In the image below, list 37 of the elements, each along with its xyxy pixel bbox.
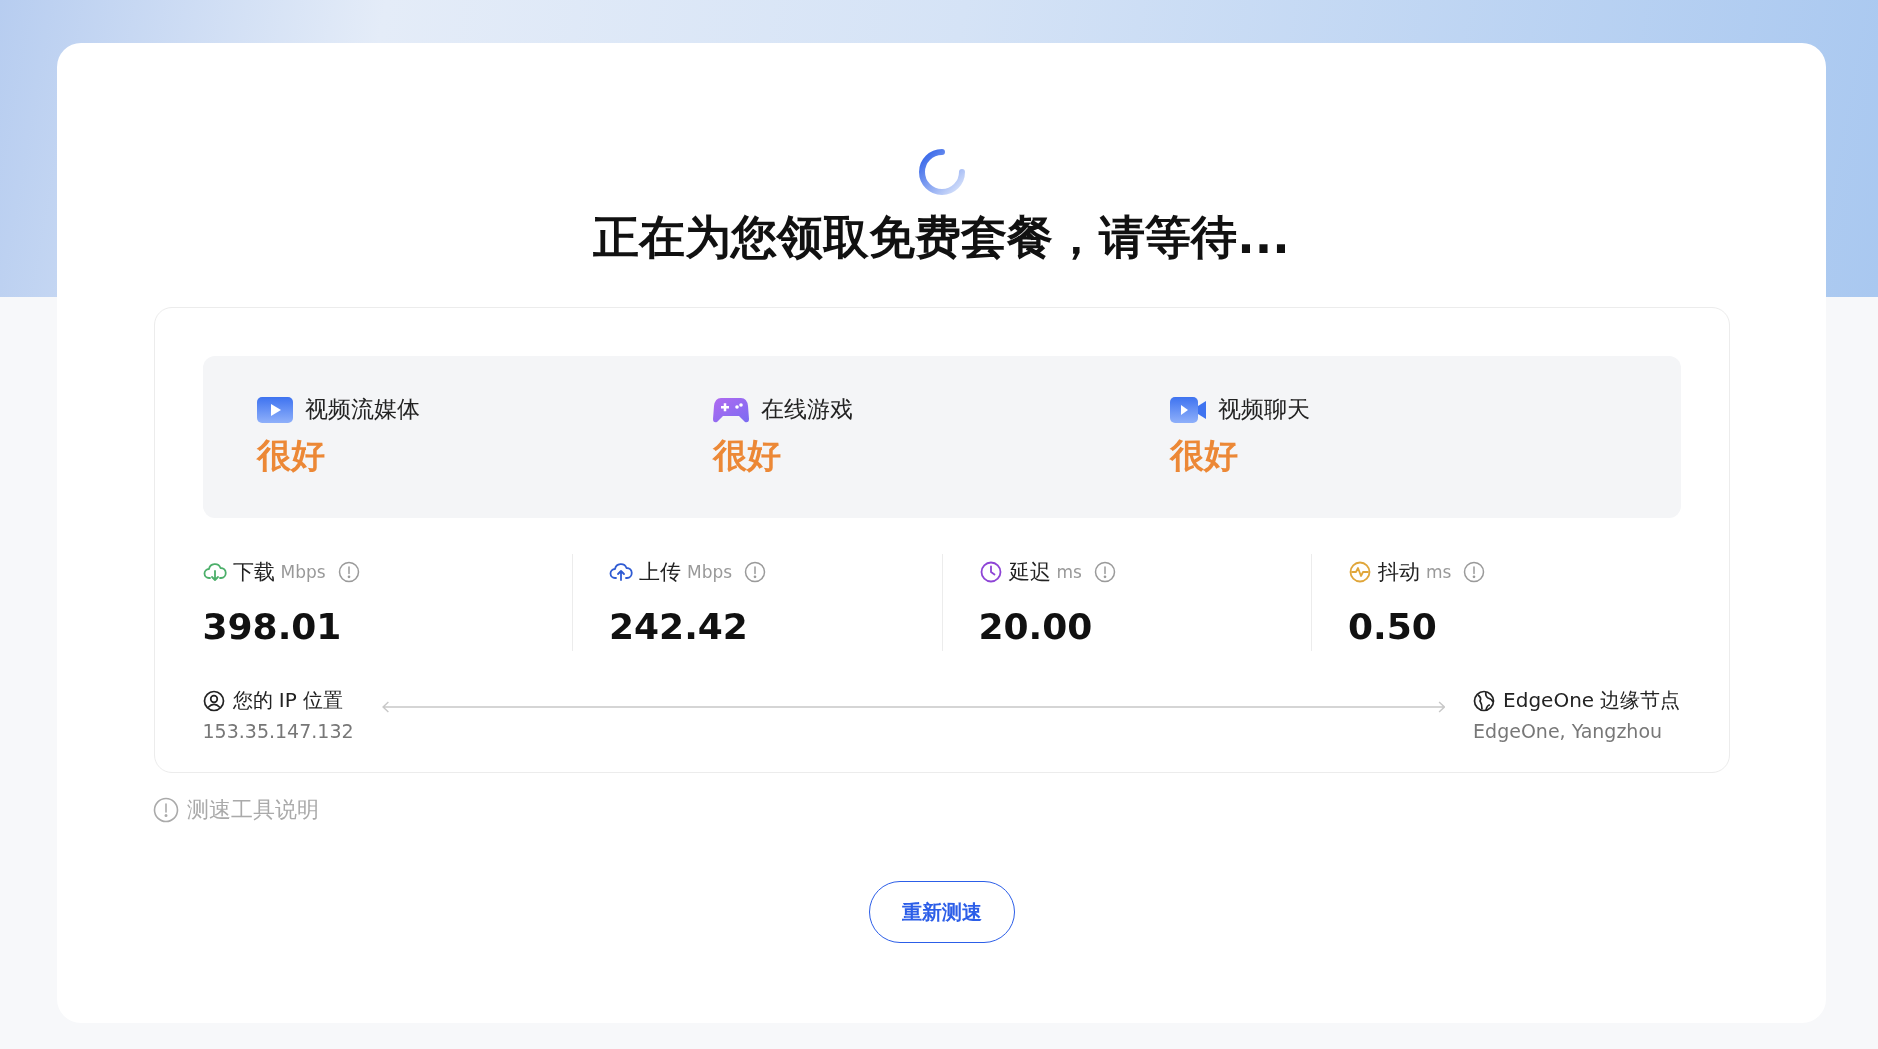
retest-button[interactable]: 重新测速 xyxy=(868,881,1015,944)
metric-unit: Mbps xyxy=(280,562,326,583)
metric-value: 20.00 xyxy=(978,606,1094,648)
metric-value: 0.50 xyxy=(1348,606,1438,648)
info-icon[interactable] xyxy=(744,561,767,584)
globe-icon xyxy=(1473,689,1496,712)
info-icon[interactable] xyxy=(1093,561,1116,584)
edge-node-label: EdgeOne 边缘节点 xyxy=(1503,687,1681,715)
edge-node-location: EdgeOne, Yangzhou xyxy=(1473,720,1664,743)
client-label: 您的 IP 位置 xyxy=(232,687,344,715)
info-icon[interactable] xyxy=(1463,561,1486,584)
category-label: 视频流媒体 xyxy=(304,395,420,425)
quality-rating: 很好 xyxy=(256,434,326,478)
metric-unit: Mbps xyxy=(687,562,733,583)
metric-label: 上传 xyxy=(639,559,681,587)
video-camera-icon xyxy=(1169,396,1206,423)
clock-icon xyxy=(978,560,1003,585)
loading-spinner-icon xyxy=(917,148,966,196)
category-label: 视频聊天 xyxy=(1217,395,1310,425)
metric-value: 242.42 xyxy=(609,606,749,648)
metric-unit: ms xyxy=(1426,562,1452,583)
quality-rating: 很好 xyxy=(713,434,783,478)
metric-value: 398.01 xyxy=(202,606,343,648)
info-icon xyxy=(153,797,179,824)
metric-label: 延迟 xyxy=(1008,559,1051,587)
category-label: 在线游戏 xyxy=(761,395,854,425)
page-title: 正在为您领取免费套餐，请等待... xyxy=(593,210,1290,266)
pulse-icon xyxy=(1348,560,1372,585)
client-ip: 153.35.147.132 xyxy=(202,720,354,743)
metric-label: 下载 xyxy=(232,559,275,587)
metric-unit: ms xyxy=(1056,562,1082,583)
info-icon[interactable] xyxy=(337,561,360,584)
user-icon xyxy=(202,689,225,712)
gamepad-icon xyxy=(713,396,750,423)
quality-rating: 很好 xyxy=(1169,434,1239,478)
metric-label: 抖动 xyxy=(1378,559,1420,587)
play-icon xyxy=(256,396,293,423)
